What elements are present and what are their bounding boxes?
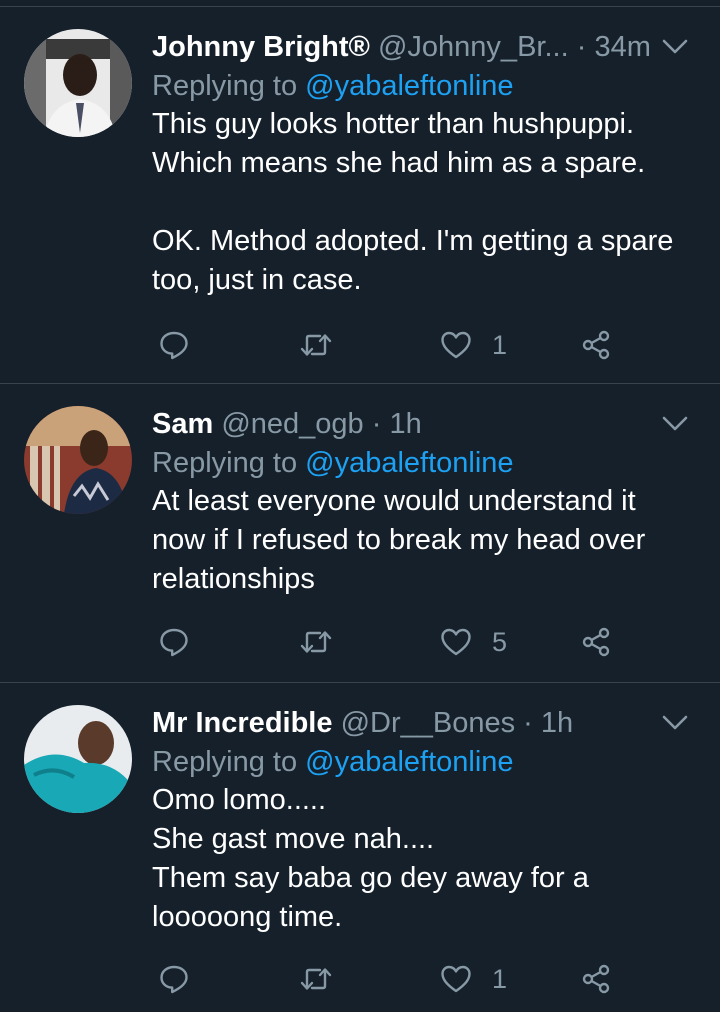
tweet-text-line: Omo lomo..... <box>152 784 327 816</box>
share-button[interactable] <box>580 325 612 365</box>
tweet-text: At least everyone would understand it no… <box>152 482 704 599</box>
retweet-icon <box>300 631 332 653</box>
retweet-button[interactable] <box>300 622 332 662</box>
tweet-text-line: relationships <box>152 563 315 595</box>
replying-to-label: Replying to <box>152 746 298 778</box>
tweet[interactable]: Mr Incredible @Dr__Bones · 1h Replying t… <box>0 683 720 1012</box>
replying-to: Replying to @yabaleftonline <box>152 444 704 482</box>
like-button[interactable]: 1 <box>440 959 507 999</box>
heart-icon <box>441 965 471 993</box>
reply-icon <box>160 331 188 360</box>
chevron-down-icon[interactable] <box>660 709 690 737</box>
tweet-text: Omo lomo..... She gast move nah.... Them… <box>152 781 704 937</box>
chevron-down-icon[interactable] <box>660 410 690 438</box>
share-button[interactable] <box>580 622 612 662</box>
replying-to-link[interactable]: @yabaleftonline <box>305 447 513 479</box>
like-count: 1 <box>492 963 508 994</box>
like-button[interactable]: 1 <box>440 325 507 365</box>
reply-button[interactable] <box>158 959 190 999</box>
separator-dot: · <box>576 31 587 63</box>
tweet-text-line: At least everyone would understand it <box>152 485 636 517</box>
tweet-text-line: Which means she had him as a spare. <box>152 147 646 179</box>
share-icon <box>582 964 610 994</box>
separator-dot: · <box>523 707 533 739</box>
retweet-button[interactable] <box>300 959 332 999</box>
replying-to-label: Replying to <box>152 447 298 479</box>
chevron-down-icon[interactable] <box>660 33 690 61</box>
tweet-text-line: looooong time. <box>152 901 343 933</box>
tweet-actions: 1 <box>152 959 622 999</box>
tweet-text-line: Them say baba go dey away for a <box>152 862 589 894</box>
tweet[interactable]: Johnny Bright® @Johnny_Br... · 34m Reply… <box>0 7 720 384</box>
timestamp[interactable]: 1h <box>541 707 573 739</box>
avatar-image <box>24 406 132 514</box>
replying-to-label: Replying to <box>152 70 298 102</box>
tweet-text-line: She gast move nah.... <box>152 823 435 855</box>
tweet-text-line <box>152 183 704 222</box>
retweet-icon <box>300 968 332 990</box>
replying-to: Replying to @yabaleftonline <box>152 743 704 781</box>
share-icon <box>582 627 610 657</box>
timestamp[interactable]: 1h <box>389 408 421 440</box>
reply-icon <box>160 965 188 994</box>
avatar[interactable] <box>24 29 132 137</box>
reply-icon <box>160 628 188 657</box>
like-count: 1 <box>492 329 508 360</box>
retweet-button[interactable] <box>300 325 332 365</box>
user-handle[interactable]: @ned_ogb <box>221 408 363 440</box>
tweet-text-line: This guy looks hotter than hushpuppi. <box>152 108 635 140</box>
share-icon <box>582 330 610 360</box>
replying-to-link[interactable]: @yabaleftonline <box>305 746 513 778</box>
tweet-actions: 5 <box>152 622 622 662</box>
separator-dot: · <box>371 408 382 440</box>
retweet-icon <box>300 334 332 356</box>
user-handle[interactable]: @Johnny_Br... <box>378 31 569 63</box>
heart-icon <box>441 628 471 656</box>
tweet[interactable]: Sam @ned_ogb · 1h Replying to @yabalefto… <box>0 384 720 683</box>
heart-icon <box>441 331 471 359</box>
avatar[interactable] <box>24 406 132 514</box>
tweet-text-line: OK. Method adopted. I'm getting a spare <box>152 225 674 257</box>
avatar[interactable] <box>24 705 132 813</box>
avatar-image <box>24 705 132 813</box>
tweet-text-line: too, just in case. <box>152 264 362 296</box>
tweet-text: This guy looks hotter than hushpuppi. Wh… <box>152 105 704 300</box>
display-name[interactable]: Mr Incredible <box>152 707 333 739</box>
reply-button[interactable] <box>158 325 190 365</box>
tweet-actions: 1 <box>152 325 622 365</box>
display-name[interactable]: Sam <box>152 408 213 440</box>
replying-to-link[interactable]: @yabaleftonline <box>305 70 513 102</box>
like-button[interactable]: 5 <box>440 622 507 662</box>
tweet-text-line: now if I refused to break my head over <box>152 524 646 556</box>
avatar-image <box>24 29 132 137</box>
replying-to: Replying to @yabaleftonline <box>152 67 704 105</box>
reply-button[interactable] <box>158 622 190 662</box>
like-count: 5 <box>492 626 508 657</box>
timestamp[interactable]: 34m <box>594 31 650 63</box>
user-handle[interactable]: @Dr__Bones <box>341 707 516 739</box>
reply-timeline: Johnny Bright® @Johnny_Br... · 34m Reply… <box>0 0 720 1012</box>
display-name[interactable]: Johnny Bright® <box>152 31 370 63</box>
share-button[interactable] <box>580 959 612 999</box>
